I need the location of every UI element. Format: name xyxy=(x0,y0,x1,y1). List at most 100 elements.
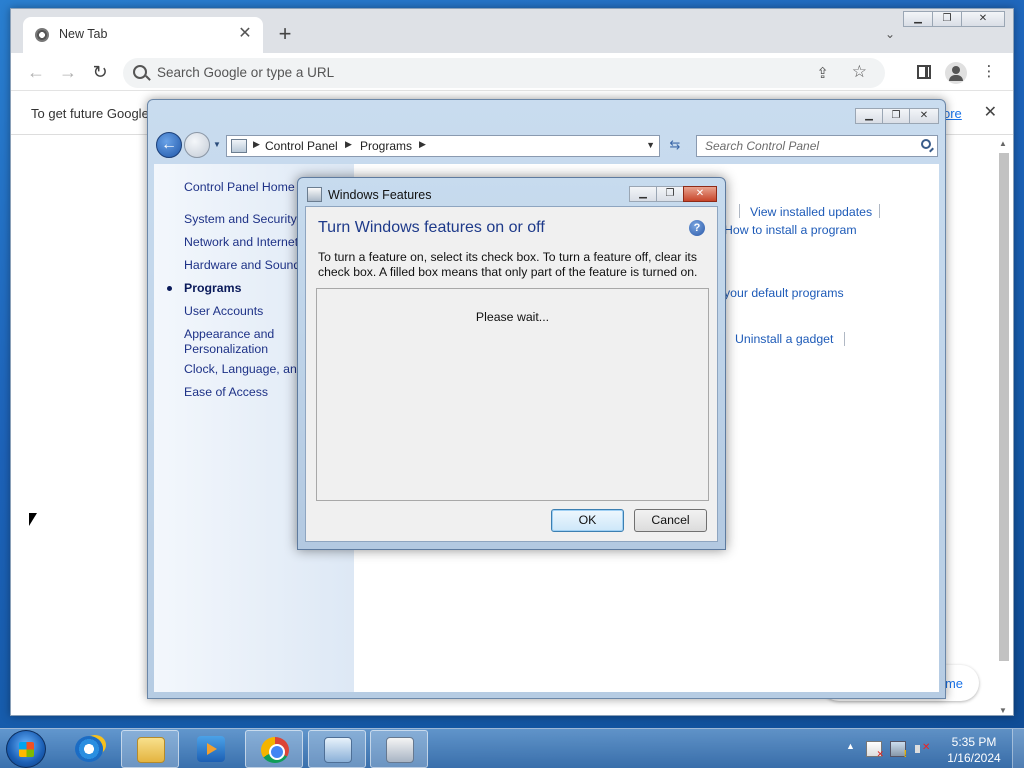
nav-ease-of-access[interactable]: Ease of Access xyxy=(184,385,268,399)
mouse-cursor-icon xyxy=(28,511,40,529)
forward-button-icon[interactable] xyxy=(184,132,210,158)
taskbar: ▲ 5:35 PM 1/16/2024 xyxy=(0,728,1024,768)
dialog-maximize-button[interactable]: ❐ xyxy=(656,186,684,202)
back-arrow-icon[interactable]: ← xyxy=(25,61,47,83)
search-icon xyxy=(133,65,147,79)
cp-navigation-bar: ← ▼ ▶ Control Panel ▶ Programs ▶ ▼ ⇆ Sea… xyxy=(154,130,939,162)
back-button-icon[interactable]: ← xyxy=(156,132,182,158)
internet-explorer-icon xyxy=(75,736,103,762)
tab-new-tab[interactable]: New Tab ✕ xyxy=(23,17,263,53)
help-icon[interactable]: ? xyxy=(689,220,705,236)
infobar-close-icon[interactable]: ✕ xyxy=(984,102,997,122)
description-line-2: check box. A filled box means that only … xyxy=(318,265,698,279)
search-control-panel-input[interactable]: Search Control Panel xyxy=(696,135,938,157)
nav-network-and-internet[interactable]: Network and Internet xyxy=(184,235,298,249)
volume-muted-icon[interactable] xyxy=(914,741,930,757)
nav-clock-language[interactable]: Clock, Language, and xyxy=(184,362,304,376)
selected-bullet-icon xyxy=(167,286,172,291)
start-button[interactable] xyxy=(6,730,46,768)
side-panel-icon[interactable] xyxy=(917,65,931,79)
scroll-up-icon[interactable]: ▲ xyxy=(999,139,1007,148)
dialog-minimize-button[interactable]: ▁ xyxy=(629,186,657,202)
task-how-to-install[interactable]: How to install a program xyxy=(724,223,857,237)
dialog-heading: Turn Windows features on or off xyxy=(318,219,545,236)
control-panel-icon xyxy=(231,139,247,153)
page-scrollbar[interactable]: ▲ ▼ xyxy=(997,139,1009,715)
chrome-icon xyxy=(261,737,289,763)
search-icon[interactable] xyxy=(921,139,931,149)
chrome-window-controls: ▁ ❐ ✕ xyxy=(903,11,1005,29)
nav-personalization[interactable]: Personalization xyxy=(184,342,268,356)
bookmark-star-icon[interactable]: ☆ xyxy=(852,62,867,82)
infobar-text: To get future Google xyxy=(31,106,149,121)
show-desktop-button[interactable] xyxy=(1012,729,1024,768)
customize-label: me xyxy=(944,676,963,691)
action-center-flag-icon[interactable] xyxy=(866,741,884,760)
forward-arrow-icon[interactable]: → xyxy=(57,61,79,83)
nav-user-accounts[interactable]: User Accounts xyxy=(184,304,263,318)
features-tree-list[interactable]: Please wait... xyxy=(316,288,709,501)
omnibox-placeholder: Search Google or type a URL xyxy=(157,65,335,80)
tab-search-chevron-icon[interactable]: ⌄ xyxy=(885,27,895,41)
nav-hardware-and-sound[interactable]: Hardware and Sound xyxy=(184,258,300,272)
restore-button[interactable]: ❐ xyxy=(932,11,962,27)
nav-control-panel-home[interactable]: Control Panel Home xyxy=(184,180,295,194)
chrome-toolbar: ← → ↻ Search Google or type a URL ⇪ ☆ ⋮ xyxy=(11,53,1013,91)
scrollbar-thumb[interactable] xyxy=(999,153,1009,661)
dialog-content: Turn Windows features on or off ? To tur… xyxy=(305,206,718,542)
breadcrumb-separator-icon[interactable]: ▶ xyxy=(345,139,352,150)
address-dropdown-icon[interactable]: ▼ xyxy=(646,140,655,150)
omnibox[interactable]: Search Google or type a URL ⇪ ☆ xyxy=(123,58,885,88)
taskbar-media-player[interactable] xyxy=(182,730,240,768)
task-separator xyxy=(739,204,740,218)
show-hidden-icons-arrow-icon[interactable]: ▲ xyxy=(846,741,855,751)
chrome-tab-strip: New Tab ✕ + ⌄ ▁ ❐ ✕ xyxy=(11,9,1013,53)
task-default-programs[interactable]: your default programs xyxy=(724,286,844,300)
nav-appearance[interactable]: Appearance and xyxy=(184,327,274,341)
network-icon[interactable] xyxy=(890,741,907,760)
menu-kebab-icon[interactable]: ⋮ xyxy=(979,62,999,82)
reload-icon[interactable]: ↻ xyxy=(89,61,111,83)
recent-pages-chevron-icon[interactable]: ▼ xyxy=(213,140,221,149)
taskbar-control-panel[interactable] xyxy=(308,730,366,768)
clock-time: 5:35 PM xyxy=(951,735,997,749)
media-player-icon xyxy=(197,736,225,762)
task-uninstall-gadget[interactable]: Uninstall a gadget xyxy=(735,332,833,346)
tab-title: New Tab xyxy=(59,27,108,41)
dialog-window-controls: ▁ ❐ ✕ xyxy=(629,186,717,204)
search-placeholder: Search Control Panel xyxy=(705,139,820,153)
cancel-button[interactable]: Cancel xyxy=(634,509,707,532)
folder-icon xyxy=(137,737,165,763)
taskbar-chrome[interactable] xyxy=(245,730,303,768)
breadcrumb-programs[interactable]: Programs xyxy=(360,139,412,153)
tab-close-icon[interactable]: ✕ xyxy=(235,24,255,44)
task-separator xyxy=(879,204,880,218)
new-tab-button[interactable]: + xyxy=(273,23,297,47)
nav-system-and-security[interactable]: System and Security xyxy=(184,212,297,226)
cp-minimize-button[interactable]: ▁ xyxy=(855,108,883,124)
taskbar-windows-explorer[interactable] xyxy=(121,730,179,768)
breadcrumb-separator-icon[interactable]: ▶ xyxy=(253,139,260,150)
breadcrumb-control-panel[interactable]: Control Panel xyxy=(265,139,338,153)
system-clock[interactable]: 5:35 PM 1/16/2024 xyxy=(942,734,1006,766)
profile-avatar-icon[interactable] xyxy=(945,62,967,84)
scroll-down-icon[interactable]: ▼ xyxy=(999,706,1007,715)
dialog-close-button[interactable]: ✕ xyxy=(683,186,717,202)
ok-button[interactable]: OK xyxy=(551,509,624,532)
share-icon[interactable]: ⇪ xyxy=(816,64,829,82)
task-view-installed-updates[interactable]: View installed updates xyxy=(750,205,872,219)
description-line-1: To turn a feature on, select its check b… xyxy=(318,250,697,264)
taskbar-windows-features[interactable] xyxy=(370,730,428,768)
breadcrumb-separator-icon[interactable]: ▶ xyxy=(419,139,426,150)
cp-maximize-button[interactable]: ❐ xyxy=(882,108,910,124)
minimize-button[interactable]: ▁ xyxy=(903,11,933,27)
cp-close-button[interactable]: ✕ xyxy=(909,108,939,124)
windows-features-icon xyxy=(307,187,322,202)
refresh-icon[interactable]: ⇆ xyxy=(664,135,686,157)
taskbar-internet-explorer[interactable] xyxy=(60,730,118,768)
close-button[interactable]: ✕ xyxy=(961,11,1005,27)
address-bar[interactable]: ▶ Control Panel ▶ Programs ▶ ▼ xyxy=(226,135,660,157)
nav-programs[interactable]: Programs xyxy=(184,281,241,295)
control-panel-icon xyxy=(324,737,352,763)
dialog-title: Windows Features xyxy=(328,188,432,202)
